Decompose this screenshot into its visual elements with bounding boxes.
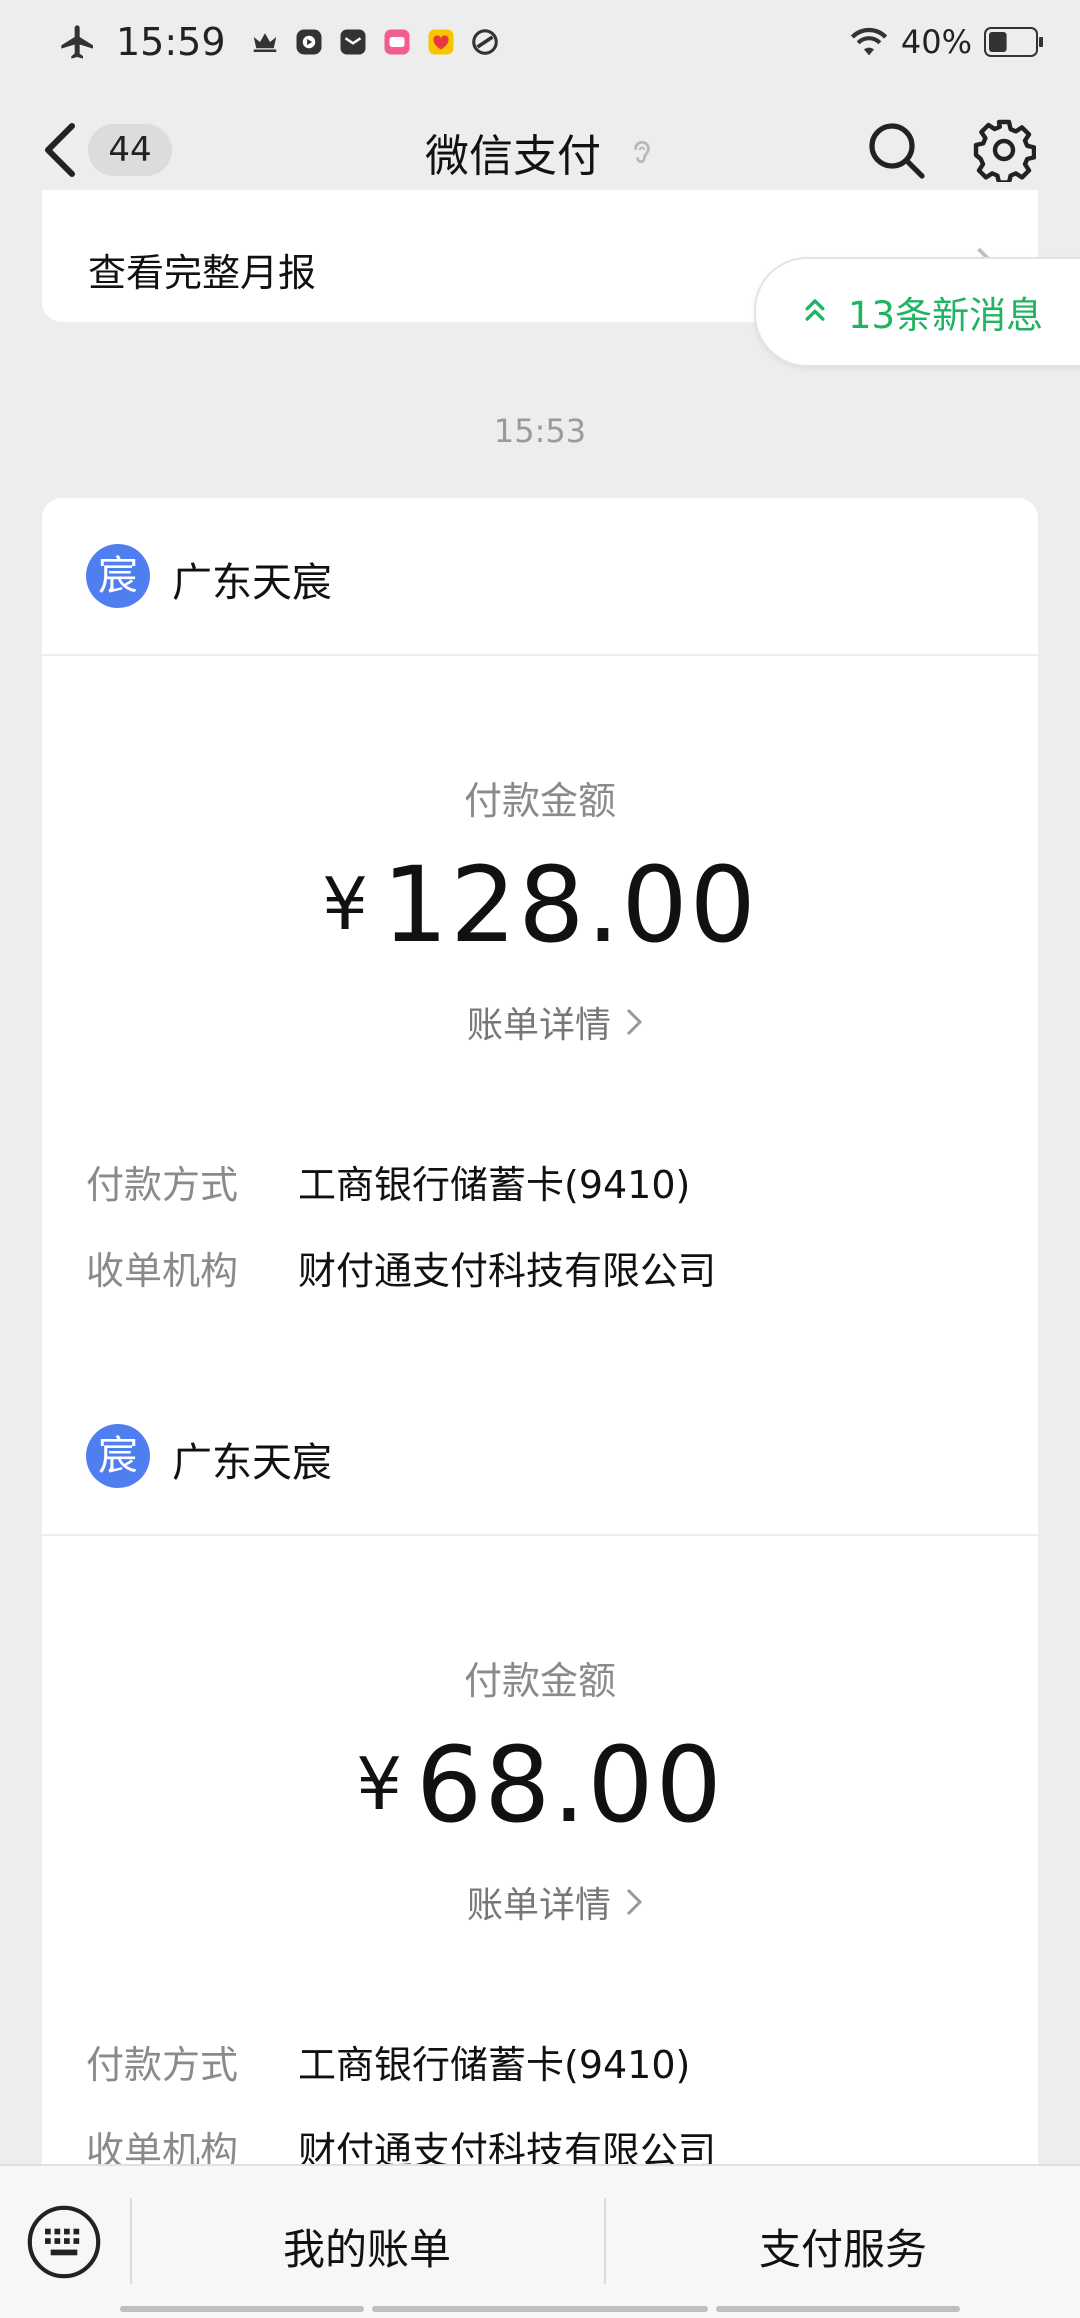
gear-icon[interactable] [972, 118, 1036, 182]
payment-amount: ¥68.00 [42, 1724, 1038, 1846]
merchant-name: 广东天宸 [172, 1440, 332, 1486]
search-icon[interactable] [866, 120, 926, 180]
amount-value: 128.00 [381, 844, 758, 966]
bilibili-app-icon [384, 29, 410, 55]
crown-icon [253, 33, 276, 52]
double-chevron-up-icon [805, 299, 825, 321]
pay-services-menu[interactable]: 支付服务 [606, 2216, 1080, 2277]
chevron-right-icon [626, 1008, 643, 1036]
bill-detail-link[interactable]: 账单详情 [42, 996, 1038, 1048]
payment-method-value: 工商银行储蓄卡(9410) [298, 2043, 691, 2087]
payment-card-header: 宸 广东天宸 [42, 1378, 1038, 1536]
chevron-right-icon [626, 1888, 643, 1916]
merchant-logo: 宸 [86, 1424, 150, 1488]
menu-indicator [372, 2306, 708, 2312]
bill-detail-link[interactable]: 账单详情 [42, 1876, 1038, 1928]
my-bills-menu[interactable]: 我的账单 [132, 2216, 602, 2277]
payment-method-label: 付款方式 [86, 2043, 239, 2087]
mail-app-icon [340, 29, 366, 55]
new-messages-button[interactable]: 13条新消息 [754, 257, 1080, 367]
message-timestamp: 15:53 [493, 412, 587, 450]
payment-amount: ¥128.00 [42, 844, 1038, 966]
new-messages-label: 13条新消息 [848, 294, 1044, 337]
merchant-logo: 宸 [86, 544, 150, 608]
currency-symbol: ¥ [356, 1742, 405, 1826]
keyboard-icon[interactable] [26, 2204, 102, 2280]
payment-card[interactable]: 宸 广东天宸 付款金额 ¥68.00 账单详情 付款方式 工商银行储蓄卡(9410… [42, 1378, 1038, 2178]
amount-value: 68.00 [416, 1724, 724, 1846]
amount-label: 付款金额 [463, 1659, 616, 1703]
payment-method-label: 付款方式 [86, 1163, 239, 1207]
ear-icon [634, 140, 650, 164]
battery-icon [984, 27, 1043, 57]
browser-app-icon [471, 29, 498, 55]
merchant-name: 广东天宸 [172, 560, 332, 606]
wifi-icon [850, 27, 888, 56]
payment-method-row: 付款方式 工商银行储蓄卡(9410) [86, 1154, 690, 1209]
payment-card[interactable]: 宸 广东天宸 付款金额 ¥128.00 账单详情 付款方式 工商银行储蓄卡(941… [42, 498, 1038, 1418]
acquirer-row: 收单机构 财付通支付科技有限公司 [86, 1240, 716, 1295]
payment-method-row: 付款方式 工商银行储蓄卡(9410) [86, 2034, 690, 2089]
video-app-icon [296, 29, 322, 55]
status-time: 15:59 [116, 20, 226, 64]
heart-app-icon [428, 29, 454, 55]
amount-label: 付款金额 [463, 779, 616, 823]
bill-detail-label: 账单详情 [466, 1005, 611, 1046]
status-bar: 15:59 40% [0, 0, 1080, 84]
menu-indicator [716, 2306, 960, 2312]
menu-indicator [120, 2306, 364, 2312]
acquirer-value: 财付通支付科技有限公司 [298, 1249, 717, 1293]
airplane-mode-icon [61, 25, 93, 59]
currency-symbol: ¥ [322, 862, 370, 946]
payment-card-header: 宸 广东天宸 [42, 498, 1038, 656]
bottom-menu-bar: 我的账单 支付服务 [0, 2164, 1080, 2318]
payment-method-value: 工商银行储蓄卡(9410) [298, 1163, 691, 1207]
page-title: 微信支付 [425, 131, 601, 182]
acquirer-label: 收单机构 [86, 1249, 239, 1293]
battery-percent: 40% [900, 23, 972, 61]
bill-detail-label: 账单详情 [466, 1885, 611, 1926]
report-link-label: 查看完整月报 [88, 251, 317, 295]
